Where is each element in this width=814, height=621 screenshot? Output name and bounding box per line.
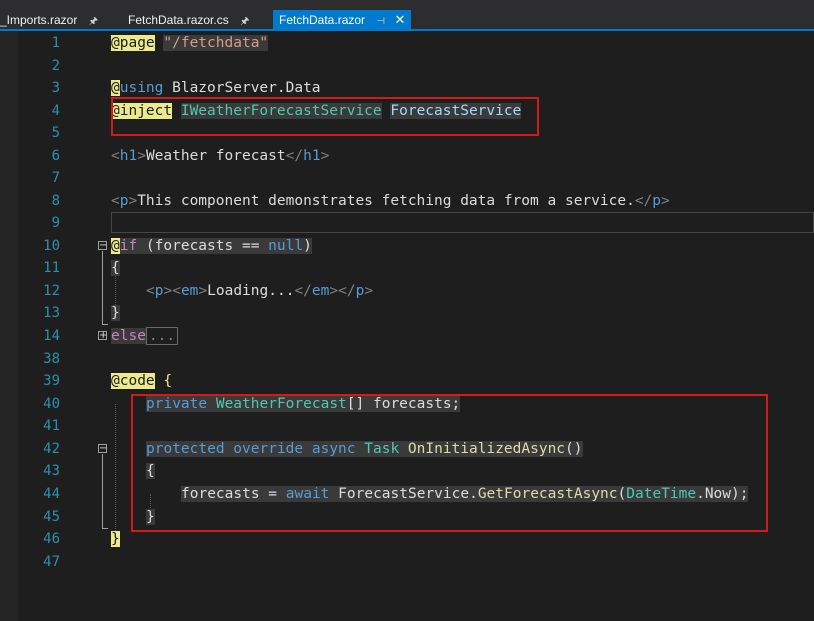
tab-imports-razor[interactable]: _Imports.razor 🖈	[0, 8, 104, 30]
code-editor[interactable]: 1 2 3 4 5 6 7 8 9 10 11 12 13 14 38 39 4…	[0, 31, 814, 621]
line-number: 2	[51, 58, 60, 74]
line-number: 39	[43, 373, 60, 389]
line-number: 42	[43, 441, 60, 457]
code-line-1[interactable]: @page "/fetchdata"	[111, 32, 269, 54]
line-number: 13	[43, 305, 60, 321]
pin-icon[interactable]: ⊣	[376, 12, 385, 32]
line-number: 45	[43, 509, 60, 525]
condition: )	[303, 238, 312, 254]
line-number: 3	[51, 80, 60, 96]
indent-guide	[115, 404, 116, 539]
current-line-highlight	[111, 212, 814, 233]
outline-line	[102, 454, 103, 528]
line-number: 44	[43, 486, 60, 502]
highlight-box-inject	[111, 97, 539, 136]
code-line-6[interactable]: <h1>Weather forecast</h1>	[111, 145, 329, 167]
outline-line	[102, 251, 103, 324]
line-number: 4	[51, 103, 60, 119]
brace: }	[111, 531, 120, 547]
keyword: if	[119, 238, 138, 254]
line-number: 11	[43, 260, 60, 276]
code-line-12[interactable]: <p><em>Loading...</em></p>	[146, 280, 373, 302]
razor-at: @	[111, 80, 120, 96]
collapse-icon[interactable]: −	[98, 241, 107, 251]
line-number: 40	[43, 396, 60, 412]
tag-bracket: >	[128, 193, 138, 209]
tag-bracket: >	[198, 283, 208, 299]
collapsed-region[interactable]: ...	[145, 327, 179, 345]
code-line-3[interactable]: @using BlazorServer.Data	[111, 77, 321, 99]
tab-label: _Imports.razor	[0, 13, 78, 27]
tag-name: em	[311, 283, 330, 299]
tag-bracket: </	[285, 148, 304, 164]
keyword: else	[111, 328, 146, 344]
outline-end	[102, 324, 108, 325]
tag-bracket: ><	[163, 283, 181, 299]
code-line-39[interactable]: @code {	[111, 370, 172, 392]
code-line-14[interactable]: else...	[111, 325, 179, 347]
line-number: 47	[43, 554, 60, 570]
razor-at: @	[111, 238, 120, 254]
tag-name: em	[180, 283, 199, 299]
brace: {	[111, 260, 120, 276]
line-number: 12	[43, 283, 60, 299]
code-line-10[interactable]: @if (forecasts == null)	[111, 235, 312, 257]
tag-bracket: <	[146, 283, 155, 299]
tag-name: h1	[119, 148, 138, 164]
indicator-margin	[0, 31, 18, 621]
line-number: 38	[43, 351, 60, 367]
tab-fetchdata-razor-cs[interactable]: FetchData.razor.cs 🖈	[122, 8, 255, 30]
line-number: 6	[51, 148, 60, 164]
code-line-8[interactable]: <p>This component demonstrates fetching …	[111, 190, 670, 212]
tag-bracket: ></	[329, 283, 356, 299]
condition: (forecasts ==	[137, 238, 269, 254]
line-number: 9	[51, 215, 60, 231]
tag-bracket: <	[111, 193, 120, 209]
line-number: 5	[51, 125, 60, 141]
code-line-46[interactable]: }	[111, 528, 120, 550]
line-number: 10	[43, 238, 60, 254]
close-icon[interactable]: ✕	[394, 10, 405, 30]
code-line-11[interactable]: {	[111, 257, 120, 279]
highlight-box-code-block	[131, 394, 768, 532]
tag-bracket: <	[111, 148, 120, 164]
line-number: 43	[43, 463, 60, 479]
code-line-13[interactable]: }	[111, 302, 120, 324]
keyword: using	[119, 80, 164, 96]
keyword: null	[268, 238, 304, 254]
outline-end	[102, 528, 108, 529]
markup-text: Weather forecast	[145, 148, 286, 164]
brace: }	[111, 305, 120, 321]
razor-directive: @code	[111, 373, 155, 389]
tag-bracket: >	[364, 283, 374, 299]
string-literal: "/fetchdata"	[163, 35, 269, 51]
line-number: 46	[43, 531, 60, 547]
markup-text: This component demonstrates fetching dat…	[137, 193, 635, 209]
tab-label: FetchData.razor	[279, 13, 366, 27]
tag-bracket: >	[320, 148, 330, 164]
tag-bracket: </	[634, 193, 653, 209]
razor-directive: @page	[111, 35, 155, 51]
tag-name: h1	[303, 148, 321, 164]
tag-bracket: >	[661, 193, 670, 209]
markup-text: Loading...	[207, 283, 295, 299]
expand-icon[interactable]: +	[98, 331, 107, 341]
tag-bracket: >	[137, 148, 146, 164]
line-number: 1	[51, 35, 60, 51]
document-tab-bar: _Imports.razor 🖈 FetchData.razor.cs 🖈 Fe…	[0, 0, 814, 31]
namespace: BlazorServer.Data	[163, 80, 321, 96]
tag-bracket: </	[294, 283, 312, 299]
tag-name: p	[652, 193, 662, 209]
line-number: 14	[43, 328, 60, 344]
brace: {	[154, 373, 173, 389]
tab-label: FetchData.razor.cs	[128, 13, 229, 27]
tab-fetchdata-razor[interactable]: FetchData.razor ⊣ ✕	[273, 10, 412, 32]
line-number: 8	[51, 193, 60, 209]
collapse-icon[interactable]: −	[98, 444, 107, 454]
line-number: 41	[43, 418, 60, 434]
line-number: 7	[51, 170, 60, 186]
